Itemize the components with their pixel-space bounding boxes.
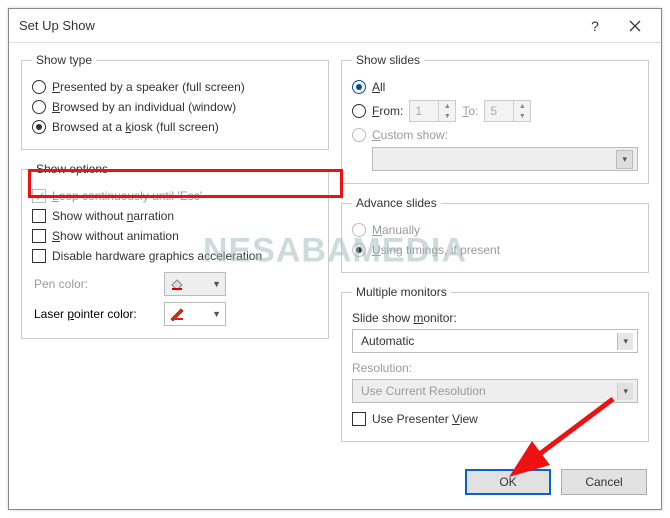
laser-color-row: Laser pointer color: ▼	[32, 296, 318, 326]
right-column: Show slides All From: 1 ▲▼ To: 5 ▲▼	[341, 47, 649, 449]
pen-icon	[169, 307, 187, 321]
pen-color-row: Pen color: ▼	[32, 266, 318, 296]
monitor-select[interactable]: Automatic ▾	[352, 329, 638, 353]
check-no-animation[interactable]: Show without animation	[32, 226, 318, 246]
radio-advance-timings: Using timings, if present	[352, 240, 638, 260]
checkbox-icon	[32, 249, 46, 263]
check-label: Disable hardware graphics acceleration	[52, 249, 262, 263]
pen-color-picker[interactable]: ▼	[164, 272, 226, 296]
to-value: 5	[485, 104, 513, 118]
spinner-buttons[interactable]: ▲▼	[438, 101, 455, 121]
laser-color-picker[interactable]: ▼	[164, 302, 226, 326]
radio-browsed-kiosk[interactable]: Browsed at a kiosk (full screen)	[32, 117, 318, 137]
dialog-title: Set Up Show	[19, 18, 575, 33]
checkbox-icon	[32, 229, 46, 243]
advance-slides-legend: Advance slides	[352, 196, 441, 210]
radio-icon	[352, 80, 366, 94]
left-column: Show type Presented by a speaker (full s…	[21, 47, 329, 449]
to-label: To:	[462, 104, 478, 118]
checkbox-icon	[352, 412, 366, 426]
check-loop-esc: Loop continuously until 'Esc'	[32, 186, 318, 206]
custom-show-select: ▾	[372, 147, 638, 171]
radio-icon	[352, 223, 366, 237]
close-icon	[629, 20, 641, 32]
radio-presented-speaker[interactable]: Presented by a speaker (full screen)	[32, 77, 318, 97]
radio-label: Presented by a speaker (full screen)	[52, 80, 245, 94]
chevron-down-icon: ▼	[514, 111, 530, 121]
radio-icon	[352, 104, 366, 118]
from-label: From:	[372, 104, 403, 118]
from-spinner[interactable]: 1 ▲▼	[409, 100, 456, 122]
radio-label: Browsed by an individual (window)	[52, 100, 236, 114]
radio-icon	[32, 100, 46, 114]
radio-label: Manually	[372, 223, 420, 237]
show-slides-group: Show slides All From: 1 ▲▼ To: 5 ▲▼	[341, 53, 649, 184]
radio-label: Custom show:	[372, 128, 448, 142]
radio-browsed-individual[interactable]: Browsed by an individual (window)	[32, 97, 318, 117]
cancel-label: Cancel	[585, 475, 622, 489]
show-options-group: Show options Loop continuously until 'Es…	[21, 162, 329, 339]
chevron-up-icon: ▲	[514, 101, 530, 111]
dialog-body: Show type Presented by a speaker (full s…	[9, 43, 661, 459]
paint-bucket-icon	[169, 277, 187, 291]
chevron-down-icon: ▼	[212, 279, 221, 289]
cancel-button[interactable]: Cancel	[561, 469, 647, 495]
radio-custom-show: Custom show:	[352, 125, 638, 145]
resolution-value: Use Current Resolution	[357, 384, 613, 398]
radio-advance-manual: Manually	[352, 220, 638, 240]
radio-label: All	[372, 80, 385, 94]
multiple-monitors-legend: Multiple monitors	[352, 285, 451, 299]
chevron-down-icon: ▾	[617, 333, 633, 350]
show-type-legend: Show type	[32, 53, 96, 67]
close-button[interactable]	[615, 12, 655, 40]
chevron-up-icon: ▲	[439, 101, 455, 111]
chevron-down-icon: ▾	[617, 383, 633, 400]
radio-icon	[352, 243, 366, 257]
resolution-select: Use Current Resolution ▾	[352, 379, 638, 403]
show-slides-legend: Show slides	[352, 53, 424, 67]
check-presenter-view[interactable]: Use Presenter View	[352, 409, 638, 429]
laser-color-label: Laser pointer color:	[34, 307, 154, 321]
chevron-down-icon: ▼	[439, 111, 455, 121]
radio-icon	[352, 128, 366, 142]
checkbox-icon	[32, 189, 46, 203]
resolution-label: Resolution:	[352, 361, 638, 375]
check-label: Loop continuously until 'Esc'	[52, 189, 202, 203]
check-label: Use Presenter View	[372, 412, 478, 426]
chevron-down-icon: ▾	[616, 150, 633, 169]
ok-label: OK	[499, 475, 516, 489]
to-spinner[interactable]: 5 ▲▼	[484, 100, 531, 122]
show-type-group: Show type Presented by a speaker (full s…	[21, 53, 329, 150]
check-label: Show without animation	[52, 229, 179, 243]
check-label: Show without narration	[52, 209, 174, 223]
radio-from-to[interactable]: From: 1 ▲▼ To: 5 ▲▼	[352, 97, 638, 125]
radio-all-slides[interactable]: All	[352, 77, 638, 97]
multiple-monitors-group: Multiple monitors Slide show monitor: Au…	[341, 285, 649, 442]
monitor-value: Automatic	[357, 334, 613, 348]
spinner-buttons[interactable]: ▲▼	[513, 101, 530, 121]
dialog-window: Set Up Show ? Show type Presented by a s…	[8, 8, 662, 510]
monitor-label: Slide show monitor:	[352, 311, 638, 325]
check-no-narration[interactable]: Show without narration	[32, 206, 318, 226]
check-disable-hw-graphics[interactable]: Disable hardware graphics acceleration	[32, 246, 318, 266]
show-options-legend: Show options	[32, 162, 112, 176]
radio-label: Browsed at a kiosk (full screen)	[52, 120, 219, 134]
advance-slides-group: Advance slides Manually Using timings, i…	[341, 196, 649, 273]
radio-icon	[32, 80, 46, 94]
ok-button[interactable]: OK	[465, 469, 551, 495]
from-value: 1	[410, 104, 438, 118]
pen-color-label: Pen color:	[34, 277, 154, 291]
dialog-footer: OK Cancel	[9, 459, 661, 509]
checkbox-icon	[32, 209, 46, 223]
radio-icon	[32, 120, 46, 134]
radio-label: Using timings, if present	[372, 243, 500, 257]
help-button[interactable]: ?	[575, 12, 615, 40]
titlebar: Set Up Show ?	[9, 9, 661, 43]
chevron-down-icon: ▼	[212, 309, 221, 319]
